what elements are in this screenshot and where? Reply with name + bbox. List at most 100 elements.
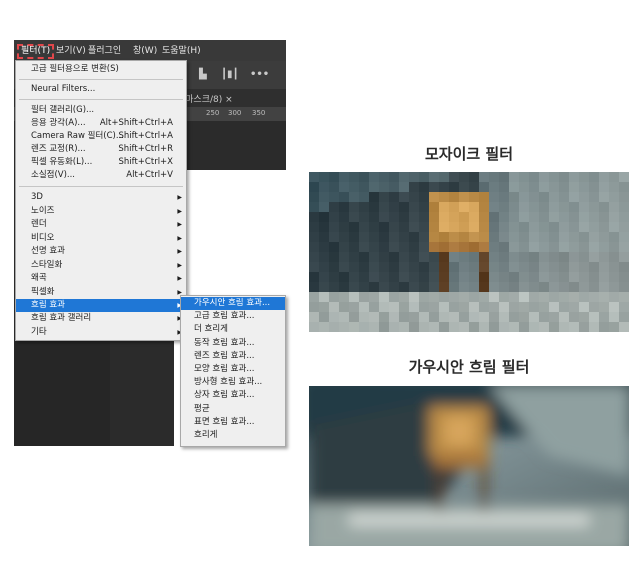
mosaic-tile <box>309 212 319 222</box>
mosaic-tile <box>539 322 549 332</box>
mosaic-tile <box>319 222 329 232</box>
mosaic-tile <box>549 292 559 302</box>
menu-item-camera-raw[interactable]: Camera Raw 필터(C)... Shift+Ctrl+A <box>16 130 186 143</box>
menu-view[interactable]: 보기(V) <box>56 45 86 57</box>
mosaic-tile <box>319 282 329 292</box>
menu-item-3d[interactable]: 3D ▶ <box>16 191 186 204</box>
mosaic-tile <box>529 222 539 232</box>
mosaic-tile <box>469 242 479 252</box>
submenu-item-shape-blur[interactable]: 모양 흐림 효과... <box>181 363 285 376</box>
mosaic-tile <box>529 252 539 262</box>
mosaic-tile <box>309 232 319 242</box>
mosaic-tile <box>369 222 379 232</box>
more-options-icon[interactable]: ••• <box>250 70 269 80</box>
mosaic-tile <box>379 312 389 322</box>
mosaic-tile <box>419 212 429 222</box>
mosaic-tile <box>369 322 379 332</box>
mosaic-tile <box>619 242 629 252</box>
menu-filter[interactable]: 필터(T) <box>17 44 55 59</box>
mosaic-tile <box>379 242 389 252</box>
menu-item-noise[interactable]: 노이즈 ▶ <box>16 205 186 218</box>
menu-plugins[interactable]: 플러그인 <box>88 45 121 57</box>
mosaic-tile <box>409 212 419 222</box>
mosaic-tile <box>579 172 589 182</box>
menu-window[interactable]: 창(W) <box>133 45 157 57</box>
mosaic-tile <box>319 192 329 202</box>
menu-item-liquify[interactable]: 픽셀 유동화(L)... Shift+Ctrl+X <box>16 156 186 169</box>
mosaic-tile <box>419 182 429 192</box>
menu-item-neural-filters[interactable]: Neural Filters... <box>16 83 186 96</box>
menu-item-stylize[interactable]: 스타일화 ▶ <box>16 259 186 272</box>
mosaic-tile <box>559 202 569 212</box>
mosaic-tile <box>469 232 479 242</box>
mosaic-tile <box>389 322 399 332</box>
menu-item-other[interactable]: 기타▶ <box>16 326 186 339</box>
align-bottom-icon[interactable]: ▙ <box>199 70 207 80</box>
menu-item-pixelate[interactable]: 픽셀화 ▶ <box>16 286 186 299</box>
submenu-item-lens-blur[interactable]: 렌즈 흐림 효과... <box>181 350 285 363</box>
menu-item-label: 노이즈 <box>31 205 55 216</box>
submenu-item-gaussian-blur[interactable]: 가우시안 흐림 효과... <box>181 297 285 311</box>
submenu-item-blur[interactable]: 흐리게 <box>181 429 285 442</box>
mosaic-tile <box>619 282 629 292</box>
menu-item-filter-gallery[interactable]: 필터 갤러리(G)... <box>16 104 186 117</box>
menu-item-blur[interactable]: 흐림 효과▶ <box>16 298 186 312</box>
mosaic-tile <box>449 182 459 192</box>
mosaic-tile <box>329 252 339 262</box>
menu-item-blur-gallery[interactable]: 흐림 효과 갤러리▶ <box>16 312 186 325</box>
mosaic-tile <box>519 222 529 232</box>
mosaic-tile <box>599 292 609 302</box>
mosaic-tile <box>369 292 379 302</box>
mosaic-tile <box>399 292 409 302</box>
mosaic-tile <box>539 172 549 182</box>
mosaic-tile <box>409 202 419 212</box>
mosaic-tile <box>389 252 399 262</box>
menu-item-video[interactable]: 비디오 ▶ <box>16 232 186 245</box>
mosaic-tile <box>459 322 469 332</box>
mosaic-tile <box>379 222 389 232</box>
mosaic-tile <box>549 262 559 272</box>
mosaic-tile <box>319 252 329 262</box>
submenu-item-smart-blur[interactable]: 고급 흐림 효과... <box>181 310 285 323</box>
menu-item-label: 3D <box>31 192 43 202</box>
menu-item-convert-smart-filters[interactable]: 고급 필터용으로 변환(S) <box>16 63 186 76</box>
menu-item-distort[interactable]: 왜곡 ▶ <box>16 272 186 285</box>
submenu-item-motion-blur[interactable]: 동작 흐림 효과... <box>181 337 285 350</box>
mosaic-tile <box>569 242 579 252</box>
mosaic-tile <box>439 192 449 202</box>
mosaic-tile <box>369 312 379 322</box>
mosaic-tile <box>539 282 549 292</box>
mosaic-tile <box>309 312 319 322</box>
menu-item-label: 응용 광각(A)... <box>31 118 86 128</box>
menu-item-render[interactable]: 렌더 ▶ <box>16 218 186 231</box>
mosaic-tile <box>419 262 429 272</box>
menu-item-label: 비디오 <box>31 232 55 243</box>
ruler-tick: 300 <box>228 109 242 117</box>
distribute-icon[interactable]: ┃▮┃ <box>221 70 239 80</box>
mosaic-tile <box>339 222 349 232</box>
menu-item-lens-correction[interactable]: 렌즈 교정(R)... Shift+Ctrl+R <box>16 143 186 156</box>
mosaic-tile <box>499 292 509 302</box>
mosaic-tile <box>519 302 529 312</box>
submenu-item-blur-more[interactable]: 더 흐리게 <box>181 323 285 336</box>
submenu-item-surface-blur[interactable]: 표면 흐림 효과... <box>181 416 285 429</box>
mosaic-tile <box>399 262 409 272</box>
mosaic-tile <box>499 182 509 192</box>
menu-item-vanishing-point[interactable]: 소실점(V)... Alt+Ctrl+V <box>16 169 186 182</box>
mosaic-tile <box>479 212 489 222</box>
mosaic-tile <box>499 202 509 212</box>
mosaic-tile <box>619 322 629 332</box>
mosaic-tile <box>409 242 419 252</box>
submenu-item-average[interactable]: 평균 <box>181 403 285 416</box>
mosaic-tile <box>579 182 589 192</box>
menu-item-adaptive-wide-angle[interactable]: 응용 광각(A)... Alt+Shift+Ctrl+A <box>16 117 186 130</box>
menu-item-shortcut: Alt+Ctrl+V <box>126 170 173 180</box>
mosaic-tile <box>589 182 599 192</box>
submenu-item-box-blur[interactable]: 상자 흐림 효과... <box>181 389 285 402</box>
menu-help[interactable]: 도움말(H) <box>162 45 201 57</box>
mosaic-tile <box>529 232 539 242</box>
mosaic-tile <box>519 212 529 222</box>
menu-item-sharpen[interactable]: 선명 효과 ▶ <box>16 245 186 258</box>
submenu-item-radial-blur[interactable]: 방사형 흐림 효과... <box>181 376 285 389</box>
mosaic-tile <box>369 262 379 272</box>
